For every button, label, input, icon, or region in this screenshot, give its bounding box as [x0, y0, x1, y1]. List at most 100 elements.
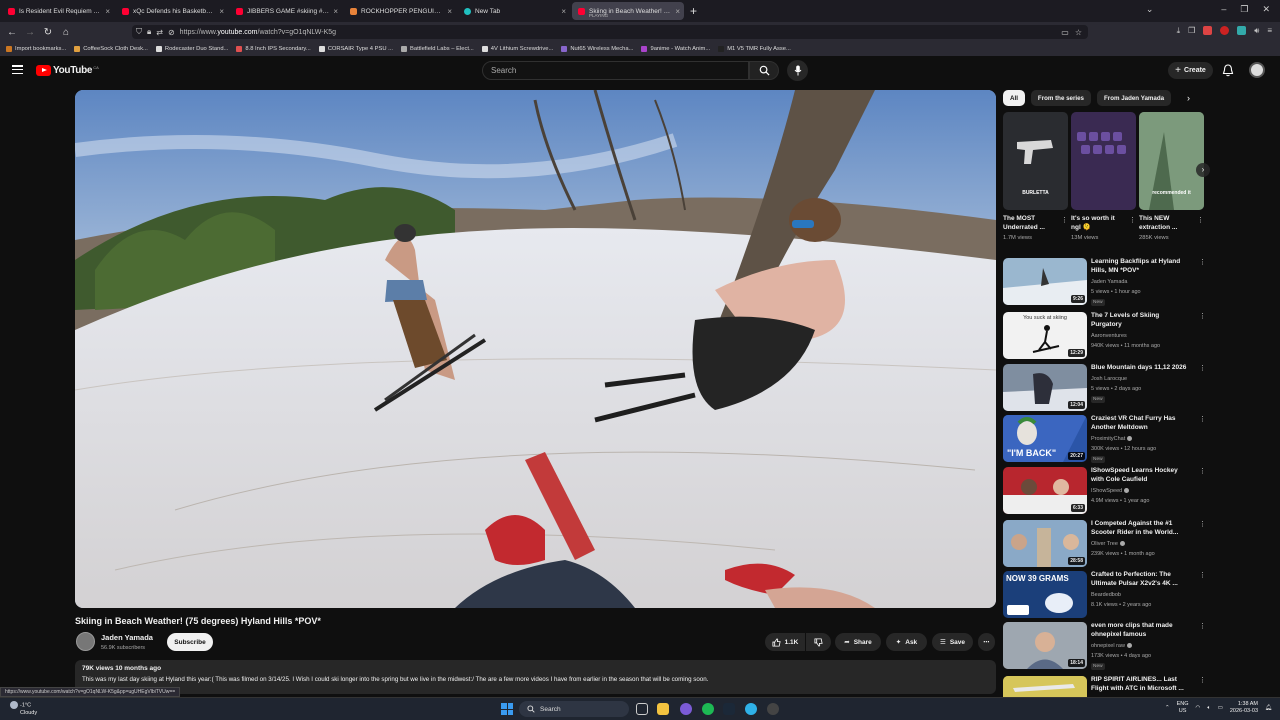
extensions-icon[interactable]: ❒ [1188, 26, 1195, 36]
chip-from-channel[interactable]: From Jaden Yamada [1097, 90, 1172, 106]
extension-teal-icon[interactable] [1237, 26, 1247, 35]
chevron-right-icon[interactable]: › [1187, 93, 1190, 103]
close-tab-icon[interactable]: × [561, 7, 566, 16]
video-thumbnail[interactable] [1003, 676, 1087, 697]
close-tab-icon[interactable]: × [105, 7, 110, 16]
bookmark-item[interactable]: Import bookmarks... [6, 46, 66, 52]
guide-menu-icon[interactable] [12, 65, 23, 75]
tab-list-icon[interactable]: ⌄ [1146, 4, 1154, 15]
more-options-icon[interactable]: ⋮ [1199, 415, 1206, 423]
more-options-icon[interactable]: ⋮ [1199, 312, 1206, 320]
account-avatar[interactable] [1249, 62, 1265, 78]
steam-icon[interactable] [723, 703, 735, 715]
video-thumbnail[interactable]: You suck at skiing 12:29 [1003, 312, 1087, 359]
channel-name[interactable]: Oliver Tree [1091, 541, 1125, 547]
browser-tab[interactable]: xQc Defends his Basketball Skil × [116, 2, 228, 20]
extension-red-icon[interactable] [1203, 26, 1213, 35]
channel-name[interactable]: Beardedbob [1091, 592, 1121, 598]
bookmark-item[interactable]: CoffeeSock Cloth Desk... [74, 46, 148, 52]
close-tab-icon[interactable]: × [333, 7, 338, 16]
browser-tab[interactable]: New Tab × [458, 2, 570, 20]
short-card[interactable]: recommended it This NEW extraction ... 2… [1139, 112, 1204, 241]
short-thumbnail[interactable]: recommended it [1139, 112, 1204, 210]
close-window-icon[interactable]: ✕ [1262, 4, 1270, 15]
bookmark-item[interactable]: Battlefield Labs – Elect... [400, 46, 474, 52]
forward-arrow-icon[interactable]: → [21, 27, 39, 38]
recommended-video[interactable]: 6:33 IShowSpeed Learns Hockey with Cole … [1003, 467, 1208, 515]
app-icon[interactable] [767, 703, 779, 715]
subscribe-button[interactable]: Subscribe [167, 633, 213, 651]
bookmark-item[interactable]: 9anime - Watch Anim... [641, 46, 710, 52]
recommended-video[interactable]: You suck at skiing 12:29 The 7 Levels of… [1003, 312, 1208, 360]
short-thumbnail[interactable]: BURLETTA [1003, 112, 1068, 210]
bookmark-star-icon[interactable]: ☆ [1075, 28, 1082, 37]
video-thumbnail[interactable]: 6:33 [1003, 467, 1087, 514]
short-thumbnail[interactable] [1071, 112, 1136, 210]
bookmark-item[interactable]: CORSAIR Type 4 PSU ... [318, 46, 393, 52]
permissions-icon[interactable]: ⇄ [156, 28, 163, 37]
tray-overflow-chevron-icon[interactable]: ⌃ [1165, 705, 1170, 711]
youtube-logo[interactable]: YouTube CA [36, 65, 99, 76]
bookmark-item[interactable]: 8.8 Inch IPS Secondary... [236, 46, 311, 52]
video-thumbnail[interactable]: 18:14 [1003, 622, 1087, 669]
extension-record-icon[interactable] [1220, 26, 1230, 35]
channel-name[interactable]: Jaden Yamada [101, 633, 153, 642]
ask-button[interactable]: ✦ Ask [886, 633, 927, 651]
address-bar[interactable]: ⛉ 🔒︎ ⇄ ⊘ https://www.youtube.com/watch?v… [132, 25, 1088, 39]
video-thumbnail[interactable]: 9:26 [1003, 258, 1087, 305]
new-tab-button[interactable]: + [690, 4, 697, 18]
picture-in-picture-icon[interactable]: ▭ [1061, 28, 1069, 37]
browser-tab-active[interactable]: Skiing in Beach Weather! (75 dePLAYING× [572, 2, 684, 20]
more-options-icon[interactable]: ⋮ [1199, 571, 1206, 579]
browser-tab[interactable]: Is Resident Evil Requiem Good × [2, 2, 114, 20]
short-card[interactable]: BURLETTA The MOST Underrated ... 1.7M vi… [1003, 112, 1068, 241]
lock-icon[interactable]: 🔒︎ [147, 27, 151, 37]
maximize-icon[interactable]: ❐ [1240, 4, 1248, 15]
channel-name[interactable]: IShowSpeed [1091, 488, 1130, 494]
discord-icon[interactable] [680, 703, 692, 715]
video-player[interactable] [75, 90, 996, 608]
more-options-icon[interactable]: ⋮ [1199, 258, 1206, 266]
channel-name[interactable]: ohnepixel raw [1091, 643, 1132, 649]
close-tab-icon[interactable]: × [447, 7, 452, 16]
reload-icon[interactable]: ↻ [39, 27, 57, 38]
shorts-next-arrow-icon[interactable]: › [1196, 163, 1210, 177]
hamburger-menu-icon[interactable]: ≡ [1267, 26, 1272, 36]
description-box[interactable]: 79K views 10 months ago This was my last… [75, 660, 996, 694]
browser-tab[interactable]: ROCKHOPPER PENGUIN at Du × [344, 2, 456, 20]
task-view-icon[interactable] [636, 703, 648, 715]
more-options-icon[interactable]: ⋮ [1199, 676, 1206, 684]
recommended-video[interactable]: 18:14 even more clips that made ohnepixe… [1003, 622, 1208, 670]
recommended-video[interactable]: RIP SPIRIT AIRLINES... Last Flight with … [1003, 676, 1208, 697]
shield-icon[interactable]: ⛉ [136, 27, 142, 37]
chip-all[interactable]: All [1003, 90, 1025, 106]
browser-tab[interactable]: JIBBERS GAME #skiing #bigair × [230, 2, 342, 20]
downloads-icon[interactable]: ⤓ [1177, 26, 1181, 36]
weather-widget[interactable]: -1°C Cloudy [10, 701, 37, 717]
spotify-icon[interactable] [702, 703, 714, 715]
file-explorer-icon[interactable] [657, 703, 669, 715]
voice-search-button[interactable] [787, 60, 808, 81]
browser-app-icon[interactable] [745, 703, 757, 715]
more-actions-button[interactable]: ⋯ [978, 633, 995, 651]
bookmark-item[interactable]: Nut65 Wireless Mecha... [561, 46, 633, 52]
more-options-icon[interactable]: ⋮ [1129, 216, 1136, 224]
autoplay-icon[interactable]: ⊘ [168, 28, 175, 37]
wifi-icon[interactable]: ◠ [1196, 705, 1201, 711]
video-frame[interactable] [75, 90, 996, 608]
channel-avatar[interactable] [76, 632, 95, 651]
like-button[interactable]: 1.1K [765, 633, 805, 651]
close-tab-icon[interactable]: × [675, 7, 680, 16]
minimize-icon[interactable]: – [1221, 4, 1226, 15]
volume-icon[interactable]: 🔊︎ [1254, 26, 1259, 36]
bookmark-item[interactable]: M1 V5 TMR Fully Asse... [718, 46, 791, 52]
short-card[interactable]: It's so worth it ngl 🫠 13M views ⋮ [1071, 112, 1136, 241]
channel-name[interactable]: ProximityChat [1091, 436, 1133, 442]
speaker-icon[interactable]: 🔈︎ [1207, 705, 1210, 712]
more-options-icon[interactable]: ⋮ [1199, 622, 1206, 630]
create-button[interactable]: + Create [1168, 62, 1213, 79]
battery-icon[interactable]: ▭ [1218, 705, 1223, 711]
video-thumbnail[interactable]: 28:58 [1003, 520, 1087, 567]
notification-center-icon[interactable]: 🔔︎ [1265, 705, 1272, 711]
save-button[interactable]: ☰ Save [932, 633, 973, 651]
